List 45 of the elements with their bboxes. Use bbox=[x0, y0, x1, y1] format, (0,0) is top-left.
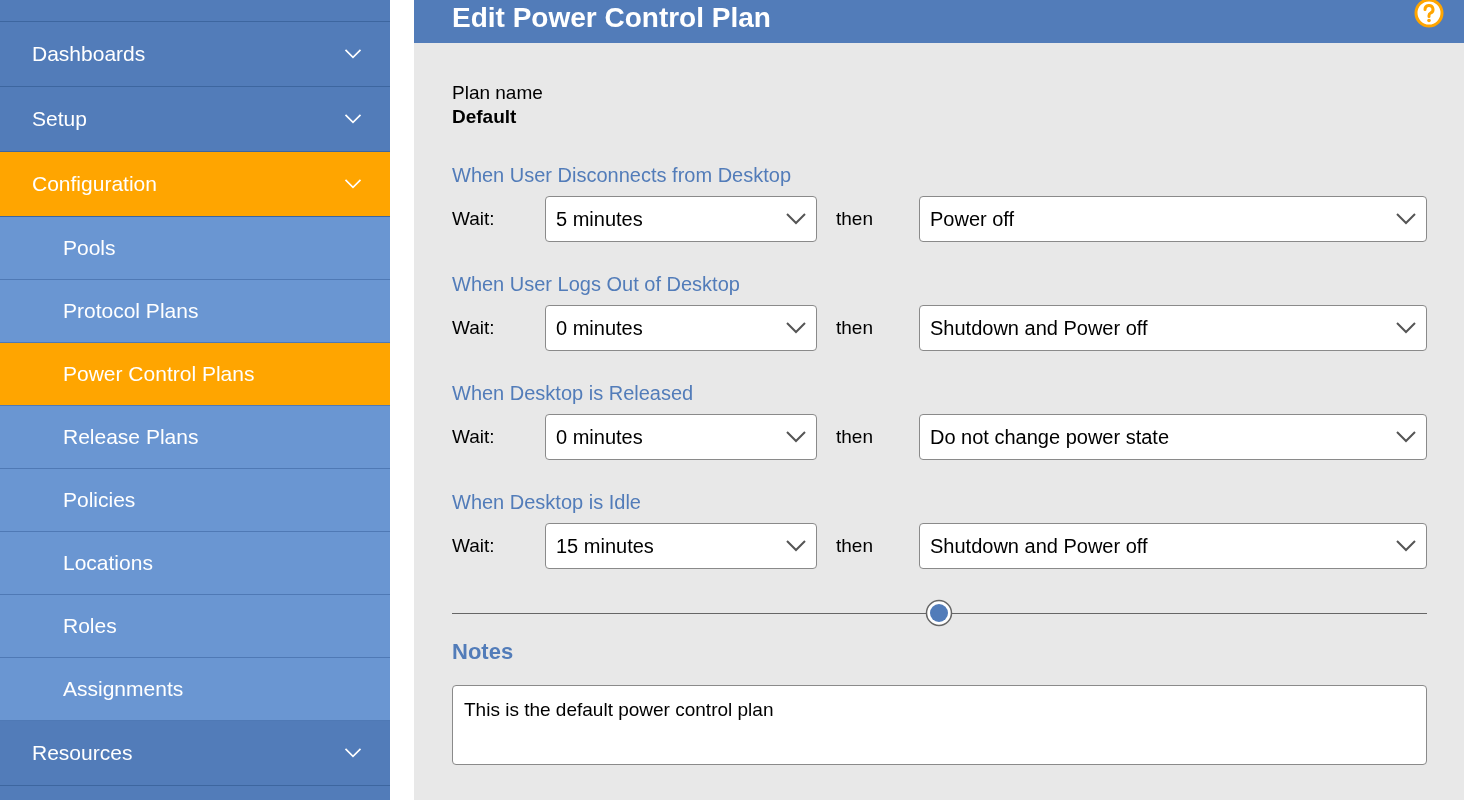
dropdown-field[interactable]: Power off bbox=[919, 196, 1427, 242]
section-heading: When User Disconnects from Desktop bbox=[452, 163, 792, 187]
wait-label: Wait: bbox=[452, 425, 496, 449]
dropdown-field[interactable]: 0 minutes bbox=[545, 414, 817, 460]
chevron-down-icon bbox=[1396, 431, 1416, 443]
then-label: then bbox=[835, 534, 874, 558]
then-label: then bbox=[835, 207, 874, 231]
chevron-down-icon bbox=[786, 540, 806, 552]
wait-label: Wait: bbox=[452, 534, 496, 558]
wait-label: Wait: bbox=[452, 207, 496, 231]
dropdown-field[interactable]: Shutdown and Power off bbox=[919, 523, 1427, 569]
sidebar-subitem[interactable]: Protocol Plans bbox=[0, 280, 390, 343]
section-heading: When User Logs Out of Desktop bbox=[452, 272, 741, 296]
dropdown-field[interactable]: Do not change power state bbox=[919, 414, 1427, 460]
dropdown-field[interactable]: 0 minutes bbox=[545, 305, 817, 351]
chevron-down-icon bbox=[786, 322, 806, 334]
section-heading: When Desktop is Idle bbox=[452, 490, 642, 514]
chevron-down-icon bbox=[786, 213, 806, 225]
sidebar-subitem[interactable]: Roles bbox=[0, 595, 390, 658]
chevron-down-icon bbox=[344, 114, 362, 124]
dropdown-field[interactable]: 5 minutes bbox=[545, 196, 817, 242]
plan-name-label: Plan name bbox=[452, 81, 544, 105]
sidebar-subitem[interactable]: Locations bbox=[0, 532, 390, 595]
notes-field[interactable]: This is the default power control plan bbox=[452, 685, 1427, 765]
sidebar-subitem[interactable]: Pools bbox=[0, 217, 390, 280]
help-icon[interactable] bbox=[1414, 0, 1444, 28]
chevron-down-icon bbox=[344, 179, 362, 189]
dropdown-field[interactable]: Shutdown and Power off bbox=[919, 305, 1427, 351]
chevron-down-icon bbox=[344, 49, 362, 59]
sidebar-subitem[interactable]: Assignments bbox=[0, 658, 390, 721]
chevron-down-icon bbox=[344, 748, 362, 758]
chevron-down-icon bbox=[786, 431, 806, 443]
page-title: Edit Power Control Plan bbox=[452, 4, 771, 32]
chevron-down-icon bbox=[1396, 322, 1416, 334]
chevron-down-icon bbox=[1396, 213, 1416, 225]
then-label: then bbox=[835, 316, 874, 340]
sidebar-subitem[interactable]: Policies bbox=[0, 469, 390, 532]
dropdown-field[interactable]: 15 minutes bbox=[545, 523, 817, 569]
notes-heading: Notes bbox=[452, 639, 515, 665]
wait-label: Wait: bbox=[452, 316, 496, 340]
then-label: then bbox=[835, 425, 874, 449]
plan-name-value: Default bbox=[452, 105, 518, 129]
chevron-down-icon bbox=[1396, 540, 1416, 552]
section-heading: When Desktop is Released bbox=[452, 381, 695, 405]
sidebar-subitem[interactable]: Release Plans bbox=[0, 406, 390, 469]
